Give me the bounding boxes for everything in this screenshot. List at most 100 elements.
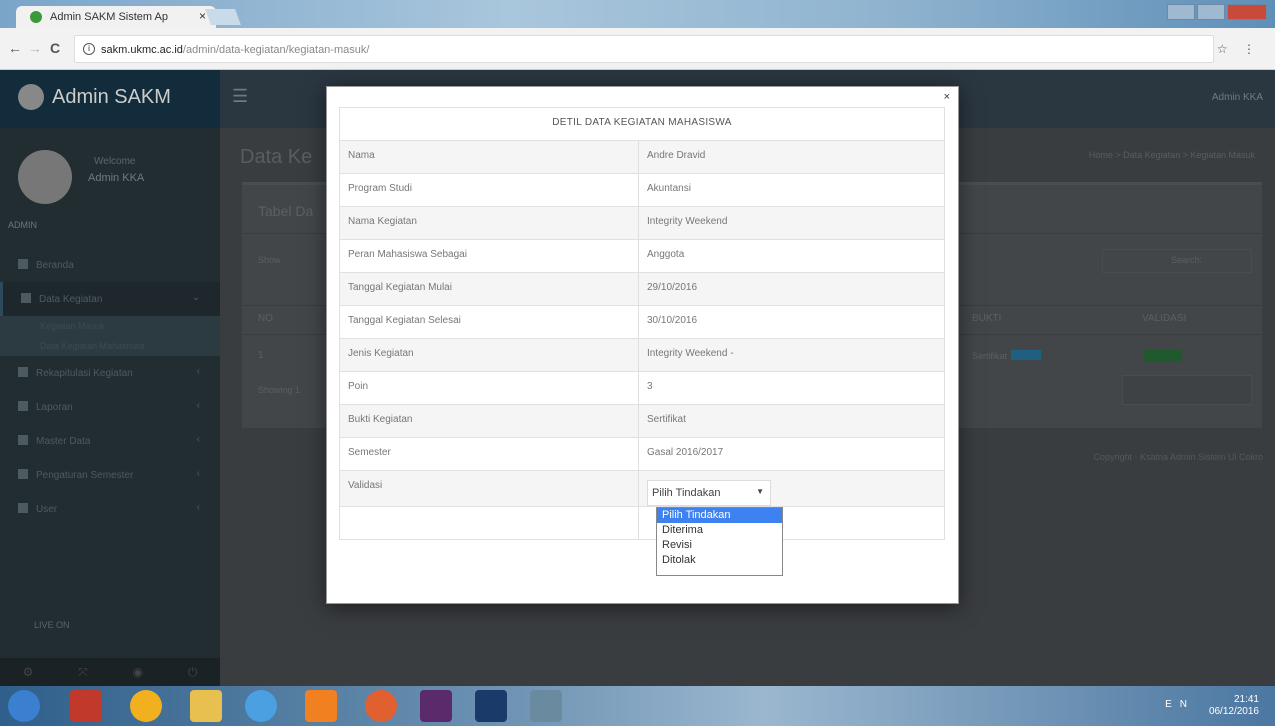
clock-date: 06/12/2016	[1208, 706, 1259, 717]
detail-modal: × DETIL DATA KEGIATAN MAHASISWA Nama Andr…	[326, 86, 959, 604]
detail-table: DETIL DATA KEGIATAN MAHASISWA Nama Andre …	[339, 107, 945, 540]
field-label: Tanggal Kegiatan Mulai	[339, 272, 639, 306]
photoshop-icon[interactable]	[475, 690, 507, 722]
sidebar-item-user[interactable]: User ‹	[0, 492, 220, 526]
option-ditolak[interactable]: Ditolak	[657, 553, 782, 568]
window-controls	[1167, 4, 1267, 20]
table-row: Peran Mahasiswa Sebagai Anggota	[339, 239, 945, 273]
box-title: Tabel Da	[258, 203, 314, 219]
chrome-icon[interactable]	[130, 690, 162, 722]
user-panel: Welcome Admin KKA	[18, 150, 218, 210]
field-label: Peran Mahasiswa Sebagai	[339, 239, 639, 273]
column-validasi[interactable]: VALIDASI	[1142, 313, 1186, 324]
table-row: Tanggal Kegiatan Mulai 29/10/2016	[339, 272, 945, 306]
table-row: Bukti Kegiatan Sertifikat	[339, 404, 945, 438]
field-value: Integrity Weekend -	[638, 338, 945, 372]
sidebar-item-label: Rekapitulasi Kegiatan	[36, 368, 133, 379]
info-icon[interactable]: i	[83, 43, 95, 55]
breadcrumb: Home > Data Kegiatan > Kegiatan Masuk	[1088, 150, 1255, 160]
folder-icon[interactable]	[190, 690, 222, 722]
sidebar-footer-label: LIVE ON	[34, 620, 70, 630]
expand-icon[interactable]: ⤧	[78, 665, 88, 680]
logo-text: Admin SAKM	[52, 85, 171, 108]
sidebar-item-laporan[interactable]: Laporan ‹	[0, 390, 220, 424]
sidebar-item-beranda[interactable]: Beranda	[0, 248, 220, 282]
sidebar-item-label: Master Data	[36, 436, 91, 447]
power-icon[interactable]: ⏻	[188, 665, 198, 680]
tray-lang[interactable]: EN	[1165, 699, 1195, 710]
new-tab-button[interactable]	[205, 9, 241, 25]
app-icon[interactable]	[70, 690, 102, 722]
table-row: Program Studi Akuntansi	[339, 173, 945, 207]
pagination[interactable]	[1122, 375, 1252, 405]
minimize-button[interactable]	[1167, 4, 1195, 20]
sidebar-item-rekapitulasi[interactable]: Rekapitulasi Kegiatan ‹	[0, 356, 220, 390]
validate-button[interactable]	[1144, 350, 1182, 362]
settings-icon[interactable]: ⚙	[22, 665, 33, 679]
sidebar-item-label: Pengaturan Semester	[36, 470, 134, 481]
caret-down-icon: ▼	[756, 487, 764, 496]
view-badge[interactable]	[1011, 350, 1042, 360]
validasi-select[interactable]: Pilih Tindakan ▼	[647, 480, 771, 506]
close-window-button[interactable]	[1227, 4, 1267, 20]
browser-tab[interactable]: Admin SAKM Sistem Ap ×	[16, 6, 216, 28]
aftereffects-icon[interactable]	[420, 690, 452, 722]
show-entries-label: Show	[258, 255, 281, 265]
hamburger-icon[interactable]: ☰	[232, 86, 248, 107]
role-label: ADMIN	[8, 220, 37, 230]
chevron-left-icon: ‹	[196, 502, 200, 513]
chevron-left-icon: ‹	[196, 400, 200, 411]
search-input[interactable]	[1102, 249, 1252, 273]
option-pilih-tindakan[interactable]: Pilih Tindakan	[657, 508, 782, 523]
firefox-icon[interactable]	[365, 690, 397, 722]
field-value: 29/10/2016	[638, 272, 945, 306]
app-icon[interactable]	[530, 690, 562, 722]
url-input[interactable]: i sakm.ukmc.ac.id/admin/data-kegiatan/ke…	[74, 35, 1214, 63]
option-diterima[interactable]: Diterima	[657, 523, 782, 538]
illustrator-icon[interactable]	[305, 690, 337, 722]
column-no[interactable]: NO	[258, 313, 273, 324]
maximize-button[interactable]	[1197, 4, 1225, 20]
table-row: Tanggal Kegiatan Selesai 30/10/2016	[339, 305, 945, 339]
field-label: Tanggal Kegiatan Selesai	[339, 305, 639, 339]
sidebar-item-data-kegiatan[interactable]: Data Kegiatan ⌄	[0, 282, 220, 316]
close-icon[interactable]: ×	[944, 91, 950, 103]
empty-cell	[339, 506, 639, 540]
start-button[interactable]	[8, 690, 40, 722]
favicon-icon	[30, 11, 42, 23]
sidebar-menu: Beranda Data Kegiatan ⌄ Kegiatan Masuk Da…	[0, 248, 220, 526]
validasi-label: Validasi	[339, 470, 639, 507]
table-row: Validasi Pilih Tindakan ▼	[339, 470, 945, 507]
eye-icon[interactable]: ◉	[133, 665, 143, 679]
bookmark-star-icon[interactable]: ☆ ⋮	[1217, 42, 1261, 56]
gear-icon	[18, 469, 28, 479]
url-path: /admin/data-kegiatan/kegiatan-masuk/	[182, 44, 370, 56]
row-number: 1	[258, 350, 264, 361]
sidebar-subitem-data-kegiatan-mahasiswa[interactable]: Data Kegiatan Mahasiswa	[0, 336, 220, 356]
sidebar-item-pengaturan-semester[interactable]: Pengaturan Semester ‹	[0, 458, 220, 492]
column-bukti[interactable]: BUKTI	[972, 313, 1001, 324]
back-button[interactable]: ←	[8, 40, 22, 56]
home-icon	[18, 259, 28, 269]
field-value: 30/10/2016	[638, 305, 945, 339]
forward-button[interactable]: →	[28, 40, 42, 56]
field-value: Akuntansi	[638, 173, 945, 207]
field-value: Gasal 2016/2017	[638, 437, 945, 471]
option-revisi[interactable]: Revisi	[657, 538, 782, 553]
table-info: Showing 1	[258, 385, 301, 395]
sidebar-item-label: Laporan	[36, 402, 73, 413]
media-icon[interactable]	[245, 690, 277, 722]
app-logo[interactable]: Admin SAKM	[18, 84, 171, 110]
clock[interactable]: 21:41 06/12/2016	[1209, 694, 1259, 718]
user-menu[interactable]: Admin KKA	[1212, 92, 1263, 103]
sidebar-item-master-data[interactable]: Master Data ‹	[0, 424, 220, 458]
reload-button[interactable]: C	[50, 40, 60, 56]
field-value: Sertifikat	[638, 404, 945, 438]
sidebar-item-label: Data Kegiatan	[39, 294, 103, 305]
sidebar-subitem-kegiatan-masuk[interactable]: Kegiatan Masuk	[0, 316, 220, 336]
table-row: Jenis Kegiatan Integrity Weekend -	[339, 338, 945, 372]
user-name: Admin KKA	[88, 172, 145, 184]
table-row: Semester Gasal 2016/2017	[339, 437, 945, 471]
address-bar-row: ← → C i sakm.ukmc.ac.id/admin/data-kegia…	[0, 28, 1275, 70]
field-value: Andre Dravid	[638, 140, 945, 174]
